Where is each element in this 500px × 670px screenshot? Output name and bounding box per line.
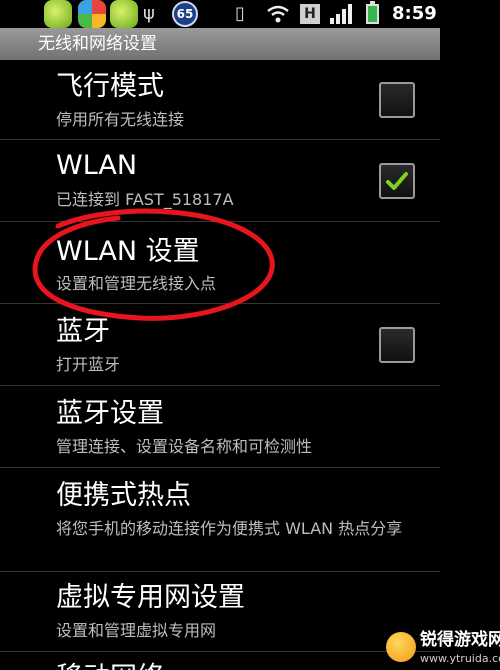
- battery-icon: [366, 1, 379, 24]
- setting-mobile-network[interactable]: 移动网络: [0, 652, 440, 670]
- setting-title: 便携式热点: [56, 480, 191, 511]
- setting-wlan-settings[interactable]: WLAN 设置 设置和管理无线接入点: [0, 222, 440, 304]
- notification-count-badge: 65: [172, 1, 198, 27]
- airplane-mode-checkbox[interactable]: [379, 82, 415, 118]
- app-icon: [110, 0, 138, 28]
- setting-vpn-settings[interactable]: 虚拟专用网设置 设置和管理虚拟专用网: [0, 572, 440, 652]
- setting-title: 移动网络: [56, 662, 164, 670]
- wlan-checkbox[interactable]: [379, 163, 415, 199]
- setting-title: WLAN: [56, 150, 138, 181]
- watermark: 锐得游戏网 www.ytruida.com: [384, 628, 500, 670]
- setting-subtitle: 设置和管理虚拟专用网: [56, 621, 217, 640]
- wifi-icon: [267, 5, 289, 23]
- watermark-logo-icon: [386, 632, 416, 662]
- setting-subtitle: 将您手机的移动连接作为便携式 WLAN 热点分享: [56, 519, 403, 538]
- title-bar: 无线和网络设置: [0, 28, 440, 60]
- setting-title: 蓝牙设置: [56, 398, 164, 429]
- network-type-icon: H: [300, 4, 320, 24]
- watermark-url: www.ytruida.com: [420, 652, 500, 665]
- signal-icon: [330, 4, 354, 24]
- setting-airplane-mode[interactable]: 飞行模式 停用所有无线连接: [0, 60, 440, 140]
- setting-bluetooth-settings[interactable]: 蓝牙设置 管理连接、设置设备名称和可检测性: [0, 386, 440, 468]
- setting-subtitle: 设置和管理无线接入点: [56, 274, 217, 293]
- setting-title: 飞行模式: [56, 71, 164, 102]
- setting-title: 蓝牙: [56, 316, 110, 347]
- right-margin: [440, 0, 500, 670]
- app-icon: [78, 0, 106, 28]
- setting-wlan[interactable]: WLAN 已连接到 FAST_51817A: [0, 140, 440, 222]
- settings-list: 飞行模式 停用所有无线连接 WLAN 已连接到 FAST_51817A WLAN…: [0, 60, 440, 670]
- settings-screen: ψ 65 ▯ H 8:59 无线和网络设置 飞行模式 停用所有无线连接 WLAN: [0, 0, 440, 670]
- watermark-title: 锐得游戏网: [420, 630, 500, 650]
- setting-portable-hotspot[interactable]: 便携式热点 将您手机的移动连接作为便携式 WLAN 热点分享: [0, 468, 440, 572]
- setting-subtitle: 管理连接、设置设备名称和可检测性: [56, 437, 313, 456]
- setting-bluetooth[interactable]: 蓝牙 打开蓝牙: [0, 304, 440, 386]
- page-title: 无线和网络设置: [38, 34, 157, 54]
- setting-title: WLAN 设置: [56, 236, 200, 267]
- usb-icon: ψ: [143, 3, 155, 24]
- bluetooth-checkbox[interactable]: [379, 327, 415, 363]
- vibrate-icon: ▯: [235, 3, 245, 24]
- app-icon: [44, 0, 72, 28]
- status-time: 8:59: [392, 3, 437, 24]
- status-bar: ψ 65 ▯ H 8:59: [0, 0, 440, 28]
- checkmark-icon: [386, 172, 408, 190]
- setting-title: 虚拟专用网设置: [56, 582, 245, 613]
